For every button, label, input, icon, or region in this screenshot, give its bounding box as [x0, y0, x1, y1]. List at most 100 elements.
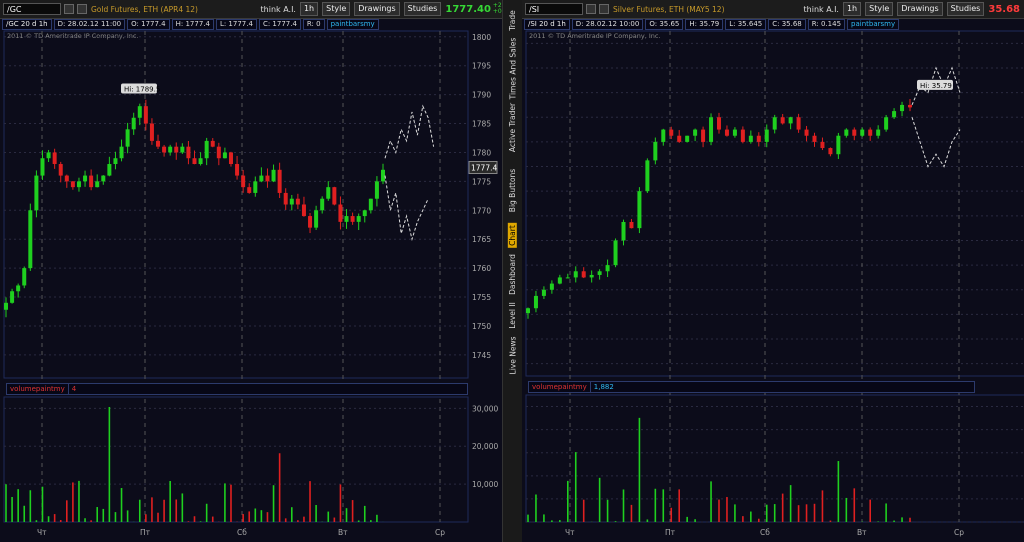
gold-candle [10, 291, 15, 303]
gold-projection-low [384, 175, 429, 242]
side-tab-live-news[interactable]: Live News [503, 332, 522, 378]
gold-candle [101, 175, 106, 182]
silver-symbol-input[interactable]: /SI [525, 3, 583, 15]
gold-volume-pane [3, 396, 469, 523]
silver-x-tick-label: Ср [954, 528, 964, 537]
gold-last-price-tag-label: 1777.4 [471, 163, 497, 172]
gold-info-study[interactable]: paintbarsmy [326, 19, 379, 30]
gold-candle [265, 175, 270, 182]
gold-candle [28, 210, 33, 269]
gold-candle [52, 152, 57, 165]
gold-candle [168, 146, 173, 153]
silver-candle [717, 117, 721, 130]
gold-candle [259, 175, 264, 182]
gold-style-button[interactable]: Style [322, 2, 351, 16]
silver-candle [581, 271, 586, 278]
gold-candle [192, 158, 197, 165]
gold-price-pane [3, 30, 469, 379]
gold-y-tick-label: 1755 [472, 293, 491, 302]
gold-y-tick-label: 1795 [472, 62, 491, 71]
silver-x-tick-label: Чт [565, 528, 575, 537]
silver-info-symbol: /SI 20 d 1h [524, 19, 570, 30]
gold-candle [350, 216, 355, 222]
gold-info-close: C: 1777.4 [258, 19, 301, 30]
gold-drawings-button[interactable]: Drawings [354, 2, 400, 16]
side-tab-trade[interactable]: Trade [503, 4, 522, 36]
silver-chart[interactable]: 33.633.834.034.234.434.634.835.035.235.4… [522, 0, 1024, 542]
silver-last-price: 35.68 [988, 3, 1020, 15]
silver-drawings-button[interactable]: Drawings [897, 2, 943, 16]
gold-info-open: O: 1777.4 [127, 19, 170, 30]
gold-y-tick-label: 1780 [472, 148, 491, 157]
gold-toolbar: /GC Gold Futures, ETH (APR4 12) think A.… [0, 0, 520, 19]
side-tab-label: Active Trader [508, 102, 518, 152]
silver-interval-button[interactable]: 1h [842, 2, 862, 16]
silver-candle [844, 129, 849, 136]
silver-x-tick-label: Пт [665, 528, 676, 537]
side-tab-big-buttons[interactable]: Big Buttons [503, 160, 522, 220]
gold-studies-button[interactable]: Studies [403, 2, 442, 16]
gold-candle [210, 140, 215, 147]
gold-candle [83, 175, 88, 182]
silver-candle [629, 221, 634, 229]
link-icon[interactable] [586, 4, 596, 14]
gold-candle [295, 198, 300, 205]
silver-studies-button[interactable]: Studies [946, 2, 985, 16]
chart-type-icon[interactable] [599, 4, 609, 14]
chart-type-icon[interactable] [77, 4, 87, 14]
gold-candle [131, 117, 136, 130]
side-tab-level-ii[interactable]: Level II [503, 300, 522, 330]
gold-hi-bubble [121, 83, 157, 94]
gold-candle [228, 152, 233, 165]
link-icon[interactable] [64, 4, 74, 14]
gold-y-tick-label: 1785 [472, 120, 491, 129]
silver-projection-high [911, 66, 961, 106]
gold-candle [113, 158, 118, 165]
gold-candle [70, 181, 75, 188]
gold-chart[interactable]: 1745 1750 1755 1760 1765 1770 1775 1780 1785 1790… [0, 0, 520, 542]
side-tab-label: Dashboard [508, 253, 518, 295]
gold-x-tick-label: Ср [435, 528, 445, 537]
gold-candle [301, 204, 306, 217]
gold-hi-label: Hi: 1789.5 [124, 86, 160, 94]
silver-think-ai-button[interactable]: think A.I. [804, 5, 839, 14]
gold-vol-tick-label: 20,000 [472, 442, 498, 451]
gold-candle [368, 198, 373, 211]
gold-candle [180, 146, 185, 153]
side-tab-dashboard[interactable]: Dashboard [503, 250, 522, 298]
gold-x-tick-label: Сб [237, 528, 247, 537]
gold-candle [89, 175, 94, 188]
silver-candle [701, 129, 706, 142]
gold-think-ai-button[interactable]: think A.I. [261, 5, 296, 14]
side-tab-label: Trade [508, 9, 518, 31]
gold-last-price-tag [468, 160, 498, 174]
silver-info-range: R: 0.145 [807, 19, 846, 30]
silver-candle [836, 135, 841, 155]
silver-style-button[interactable]: Style [865, 2, 894, 16]
gold-candle [174, 146, 179, 153]
gold-candle [186, 146, 191, 159]
gold-symbol-input[interactable]: /GC [3, 3, 61, 15]
gold-chart-panel: /GC Gold Futures, ETH (APR4 12) think A.… [0, 0, 520, 542]
gold-volume-study-name[interactable]: volumepaintmy [7, 384, 69, 394]
side-tab-times-and-sales[interactable]: Times And Sales [503, 37, 522, 99]
gold-candle [356, 216, 361, 222]
silver-candle [526, 308, 530, 314]
silver-volume-study-name[interactable]: volumepaintmy [529, 382, 591, 392]
side-tab-active-trader[interactable]: Active Trader [503, 98, 522, 156]
gold-candle [253, 181, 258, 193]
silver-candle [820, 141, 825, 149]
gold-interval-button[interactable]: 1h [299, 2, 319, 16]
silver-candle [876, 129, 881, 136]
silver-info-high: H: 35.79 [685, 19, 724, 30]
silver-x-tick-label: Вт [857, 528, 867, 537]
side-tab-label: Times And Sales [508, 37, 518, 99]
silver-candle [613, 240, 618, 266]
side-tab-chart[interactable]: Chart [503, 222, 522, 248]
silver-info-study[interactable]: paintbarsmy [847, 19, 900, 30]
silver-candle [740, 129, 745, 142]
gold-y-tick-label: 1790 [472, 91, 491, 100]
silver-candle [685, 135, 690, 142]
silver-candle [565, 277, 570, 279]
gold-candle [76, 181, 81, 188]
